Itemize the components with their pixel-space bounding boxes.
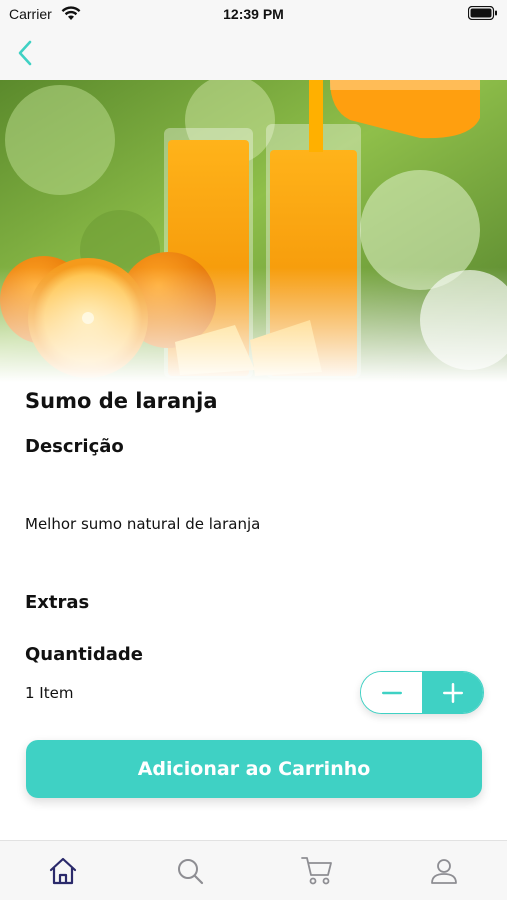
increase-quantity-button[interactable] <box>422 672 483 713</box>
tab-profile[interactable] <box>424 853 464 889</box>
product-image <box>0 80 507 382</box>
minus-icon <box>381 691 402 694</box>
tab-home[interactable] <box>43 853 83 889</box>
quantity-heading: Quantidade <box>25 644 143 665</box>
quantity-label: 1 Item <box>25 684 74 702</box>
tab-cart[interactable] <box>297 853 337 889</box>
product-description: Melhor sumo natural de laranja <box>25 515 261 533</box>
add-to-cart-button[interactable]: Adicionar ao Carrinho <box>26 740 482 798</box>
decrease-quantity-button[interactable] <box>361 672 422 713</box>
extras-heading: Extras <box>25 592 90 613</box>
chevron-left-icon <box>18 40 32 66</box>
battery-icon <box>468 6 497 20</box>
user-icon <box>431 859 457 884</box>
tab-bar <box>0 840 507 900</box>
search-icon <box>178 859 204 885</box>
navigation-bar <box>0 30 507 80</box>
product-title: Sumo de laranja <box>25 389 218 413</box>
description-heading: Descrição <box>25 436 124 457</box>
cart-icon <box>301 857 332 885</box>
home-icon <box>49 857 77 885</box>
status-bar: Carrier 12:39 PM <box>0 0 507 30</box>
status-time: 12:39 PM <box>223 6 284 22</box>
back-button[interactable] <box>10 36 40 70</box>
plus-icon <box>442 682 463 703</box>
tab-search[interactable] <box>170 853 210 889</box>
quantity-stepper <box>360 671 484 714</box>
